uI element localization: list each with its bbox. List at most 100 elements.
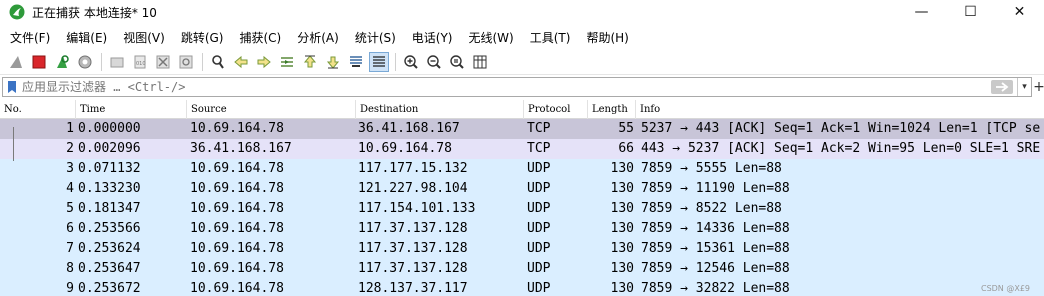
main-toolbar: 010 — [0, 50, 1044, 75]
cell-destination: 117.177.15.132 — [358, 161, 468, 176]
cell-length: 130 — [610, 221, 634, 236]
colorize-icon[interactable] — [369, 52, 389, 72]
cell-time: 0.253566 — [78, 221, 141, 236]
column-header-info[interactable]: Info — [636, 100, 1044, 119]
packet-row[interactable]: 3 0.071132 10.69.164.78 117.177.15.132 UDP 13… — [0, 159, 1044, 179]
cell-protocol: UDP — [527, 201, 551, 216]
menu-help[interactable]: 帮助(H) — [578, 29, 636, 46]
maximize-button[interactable]: ☐ — [946, 0, 995, 24]
zoom-normal-icon[interactable] — [447, 52, 467, 72]
save-file-icon[interactable]: 010 — [130, 52, 150, 72]
cell-no: 6 — [66, 221, 74, 236]
resize-columns-icon[interactable] — [470, 52, 490, 72]
menu-capture[interactable]: 捕获(C) — [231, 29, 289, 46]
zoom-out-icon[interactable] — [424, 52, 444, 72]
zoom-in-icon[interactable] — [401, 52, 421, 72]
cell-time: 0.133230 — [78, 181, 141, 196]
packet-row[interactable]: 7 0.253624 10.69.164.78 117.37.137.128 UDP 13… — [0, 239, 1044, 259]
column-header-destination[interactable]: Destination — [356, 100, 524, 119]
minimize-button[interactable]: — — [897, 0, 946, 24]
filter-bookmark-icon[interactable] — [6, 80, 18, 94]
stop-capture-icon[interactable] — [29, 52, 49, 72]
cell-protocol: UDP — [527, 261, 551, 276]
column-header-no[interactable]: No. — [0, 100, 76, 119]
window-controls: — ☐ ✕ — [897, 0, 1044, 24]
cell-no: 9 — [66, 281, 74, 296]
packet-row[interactable]: 2 0.002096 36.41.168.167 10.69.164.78 TCP 66 4… — [0, 139, 1044, 159]
cell-destination: 117.37.137.128 — [358, 261, 468, 276]
cell-protocol: UDP — [527, 181, 551, 196]
cell-destination: 117.37.137.128 — [358, 241, 468, 256]
toolbar-separator — [395, 53, 396, 71]
capture-options-icon[interactable] — [75, 52, 95, 72]
cell-destination: 36.41.168.167 — [358, 121, 460, 136]
cell-time: 0.181347 — [78, 201, 141, 216]
packet-list-header: No. Time Source Destination Protocol Len… — [0, 100, 1044, 119]
cell-protocol: UDP — [527, 161, 551, 176]
auto-scroll-icon[interactable] — [346, 52, 366, 72]
cell-length: 130 — [610, 181, 634, 196]
menu-wireless[interactable]: 无线(W) — [461, 29, 522, 46]
cell-protocol: UDP — [527, 281, 551, 296]
cell-no: 5 — [66, 201, 74, 216]
packet-row[interactable]: 1 0.000000 10.69.164.78 36.41.168.167 TCP 55 5… — [0, 119, 1044, 139]
cell-source: 10.69.164.78 — [190, 281, 284, 296]
cell-info: 5237 → 443 [ACK] Seq=1 Ack=1 Win=1024 Le… — [641, 121, 1041, 136]
find-packet-icon[interactable] — [208, 52, 228, 72]
close-file-icon[interactable] — [153, 52, 173, 72]
menu-analyze[interactable]: 分析(A) — [289, 29, 347, 46]
open-file-icon[interactable] — [107, 52, 127, 72]
filter-history-dropdown[interactable]: ▾ — [1017, 78, 1031, 96]
cell-no: 1 — [66, 121, 74, 136]
menu-tools[interactable]: 工具(T) — [522, 29, 579, 46]
restart-capture-icon[interactable] — [52, 52, 72, 72]
packet-row[interactable]: 5 0.181347 10.69.164.78 117.154.101.133 UDP 1… — [0, 199, 1044, 219]
cell-destination: 121.227.98.104 — [358, 181, 468, 196]
packet-list: No. Time Source Destination Protocol Len… — [0, 100, 1044, 296]
packet-row[interactable]: 9 0.253672 10.69.164.78 128.137.37.117 UDP 13… — [0, 279, 1044, 296]
add-filter-button[interactable]: + — [1033, 77, 1044, 97]
cell-length: 130 — [610, 201, 634, 216]
cell-destination: 10.69.164.78 — [358, 141, 452, 156]
cell-no: 4 — [66, 181, 74, 196]
cell-length: 130 — [610, 281, 634, 296]
menu-statistics[interactable]: 统计(S) — [347, 29, 404, 46]
menu-view[interactable]: 视图(V) — [115, 29, 173, 46]
column-header-source[interactable]: Source — [187, 100, 356, 119]
cell-source: 10.69.164.78 — [190, 241, 284, 256]
cell-info: 7859 → 8522 Len=88 — [641, 201, 782, 216]
display-filter-input[interactable] — [22, 78, 991, 96]
cell-no: 3 — [66, 161, 74, 176]
go-forward-icon[interactable] — [254, 52, 274, 72]
go-last-icon[interactable] — [323, 52, 343, 72]
toolbar-separator — [101, 53, 102, 71]
menu-edit[interactable]: 编辑(E) — [58, 29, 115, 46]
apply-filter-button[interactable] — [991, 80, 1013, 94]
packet-row[interactable]: 4 0.133230 10.69.164.78 121.227.98.104 UDP 13… — [0, 179, 1044, 199]
shark-fin-start-icon[interactable] — [6, 52, 26, 72]
menu-file[interactable]: 文件(F) — [2, 29, 58, 46]
wireshark-app-icon — [9, 4, 25, 20]
cell-length: 130 — [610, 161, 634, 176]
reload-file-icon[interactable] — [176, 52, 196, 72]
go-first-icon[interactable] — [300, 52, 320, 72]
cell-protocol: UDP — [527, 241, 551, 256]
cell-time: 0.000000 — [78, 121, 141, 136]
column-header-time[interactable]: Time — [76, 100, 187, 119]
cell-protocol: UDP — [527, 221, 551, 236]
title-bar: 正在捕获 本地连接* 10 — ☐ ✕ — [0, 0, 1044, 24]
go-to-packet-icon[interactable] — [277, 52, 297, 72]
column-header-length[interactable]: Length — [588, 100, 636, 119]
packet-row[interactable]: 6 0.253566 10.69.164.78 117.37.137.128 UDP 13… — [0, 219, 1044, 239]
menu-go[interactable]: 跳转(G) — [173, 29, 232, 46]
close-button[interactable]: ✕ — [995, 0, 1044, 24]
cell-length: 55 — [618, 121, 634, 136]
cell-time: 0.253624 — [78, 241, 141, 256]
cell-destination: 117.37.137.128 — [358, 221, 468, 236]
cell-source: 10.69.164.78 — [190, 221, 284, 236]
packet-row[interactable]: 8 0.253647 10.69.164.78 117.37.137.128 UDP 13… — [0, 259, 1044, 279]
go-back-icon[interactable] — [231, 52, 251, 72]
column-header-protocol[interactable]: Protocol — [524, 100, 588, 119]
cell-protocol: TCP — [527, 141, 551, 156]
menu-telephony[interactable]: 电话(Y) — [404, 29, 461, 46]
